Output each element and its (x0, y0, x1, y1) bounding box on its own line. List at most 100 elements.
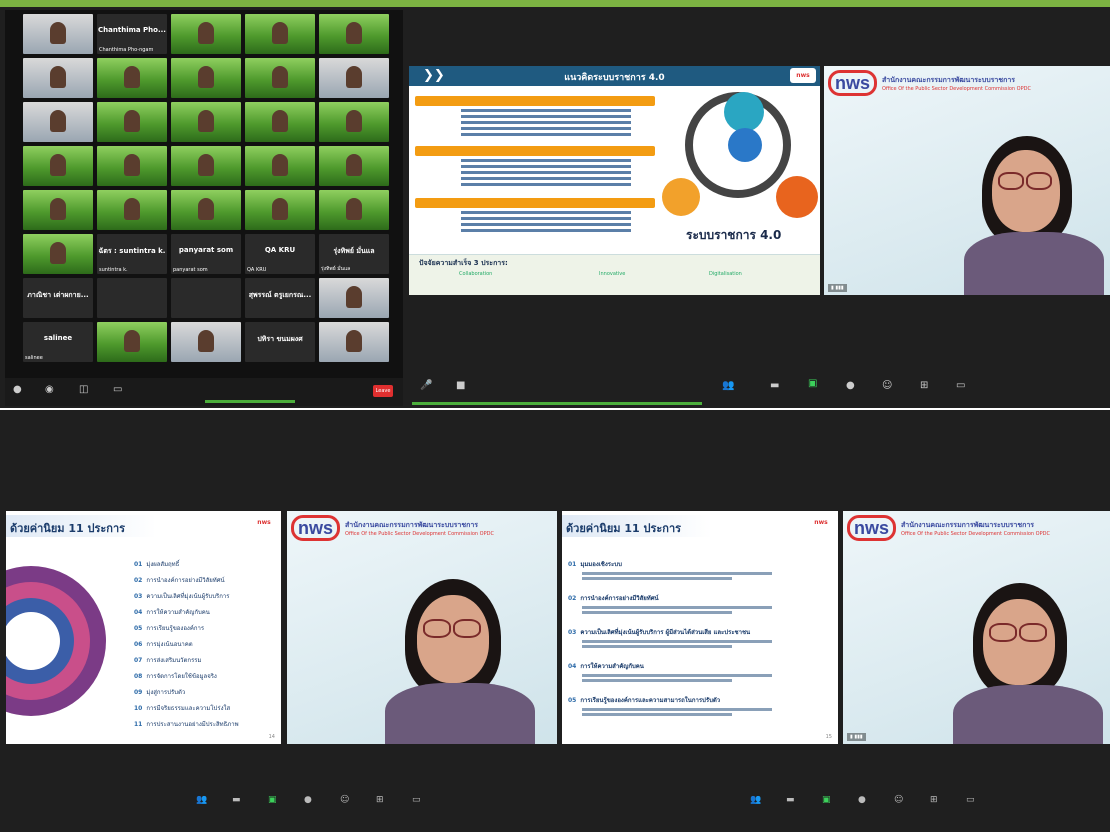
participant-tile[interactable]: ภาณิชา เต่าผกาย... (23, 278, 93, 318)
participant-tile[interactable] (319, 14, 389, 54)
participant-tile[interactable] (171, 58, 241, 98)
participant-tile[interactable] (319, 190, 389, 230)
share-screen-icon[interactable]: ▣ (808, 378, 817, 389)
participant-tile[interactable]: Chanthima Pho... Chanthima Pho-ngam (97, 14, 167, 54)
participant-tile[interactable] (245, 102, 315, 142)
participant-tile[interactable] (97, 102, 167, 142)
reactions-icon[interactable]: ☺ (340, 795, 349, 805)
value-text: การเรียนรู้ขององค์การ (146, 625, 205, 632)
share-screen-icon[interactable]: ▣ (268, 795, 277, 805)
participant-tile[interactable] (97, 190, 167, 230)
cycle-node-right (776, 176, 818, 218)
presentation-slide: ❯❯ แนวคิดระบบราชการ 4.0 nws ระบบราชการ 4… (409, 66, 820, 295)
share-screen-icon[interactable]: ▣ (822, 795, 831, 805)
participant-tile[interactable] (319, 58, 389, 98)
apps-icon[interactable]: ⊞ (376, 795, 384, 805)
participant-tile[interactable] (171, 190, 241, 230)
participant-tile[interactable] (171, 102, 241, 142)
chat-icon[interactable]: ▬ (232, 795, 241, 805)
participants-icon[interactable]: 👥 (750, 795, 761, 805)
participant-tile[interactable] (319, 322, 389, 362)
opdc-thai-name: สำนักงานคณะกรรมการพัฒนาระบบราชการ (901, 520, 1035, 529)
value-text: การให้ความสำคัญกับคน (580, 663, 644, 670)
participant-tile[interactable] (171, 146, 241, 186)
whiteboard-icon[interactable]: ▭ (412, 795, 421, 805)
participant-tile[interactable]: ฉัตร : suntintra k. suntintra k. (97, 234, 167, 274)
speaker-person (964, 136, 1104, 295)
participant-tile[interactable] (319, 102, 389, 142)
participant-tile[interactable] (97, 278, 167, 318)
speaker-person (385, 579, 535, 744)
apps-icon[interactable]: ⊞ (930, 795, 938, 805)
participant-display-name: panyarat som (178, 246, 234, 254)
chat-icon[interactable]: ▬ (786, 795, 795, 805)
participant-tile[interactable] (97, 146, 167, 186)
reactions-icon[interactable]: ☺ (882, 380, 892, 391)
record-icon[interactable]: ● (846, 380, 855, 391)
mute-icon[interactable]: 🎤 (420, 380, 432, 391)
participant-tile[interactable] (245, 14, 315, 54)
participant-tile[interactable] (171, 14, 241, 54)
mute-icon[interactable]: ● (13, 384, 22, 395)
participant-tile[interactable]: สุพรรณ์ ตรูเยกรณ... (245, 278, 315, 318)
chat-icon[interactable]: ▭ (113, 384, 122, 395)
system-label: ระบบราชการ 4.0 (686, 228, 782, 242)
opdc-english-name: Office Of the Public Sector Development … (901, 530, 1050, 537)
participant-tile[interactable] (171, 278, 241, 318)
leave-button[interactable]: Leave (373, 385, 393, 397)
participant-tile[interactable] (23, 58, 93, 98)
participant-tile[interactable] (23, 146, 93, 186)
reactions-icon[interactable]: ☺ (894, 795, 903, 805)
participant-display-name: สุพรรณ์ ตรูเยกรณ... (248, 291, 312, 299)
video-icon[interactable]: ◉ (45, 384, 54, 395)
value-number: 02 (134, 577, 143, 584)
participant-tile[interactable] (23, 234, 93, 274)
participant-tile[interactable] (245, 58, 315, 98)
participant-tile[interactable]: panyarat som panyarat som (171, 234, 241, 274)
speaker-video-1: nws สำนักงานคณะกรรมการพัฒนาระบบราชการ Off… (824, 66, 1110, 295)
value-text: การให้ความสำคัญกับคน (146, 609, 210, 616)
value-text: การมีจริยธรรมและความโปร่งใส (146, 705, 231, 712)
participant-avatar (50, 66, 66, 88)
participant-tile[interactable] (23, 190, 93, 230)
participant-tile[interactable]: รุ่งทิพย์ มั่นแล รุ่งทิพย์ มั่นแล (319, 234, 389, 274)
value-detail-item: 03 ความเป็นเลิศที่มุ่งเน้นผู้รับบริการ ผู… (568, 627, 772, 648)
video-icon[interactable]: ■ (456, 380, 465, 391)
speaker-video-3: nws สำนักงานคณะกรรมการพัฒนาระบบราชการ Off… (843, 511, 1110, 744)
participant-tile[interactable]: salinee salinee (23, 322, 93, 362)
participants-icon[interactable]: ◫ (79, 384, 88, 395)
value-item: 03 ความเป็นเลิศที่มุ่งเน้นผู้รับบริการ (134, 591, 229, 601)
participant-avatar (198, 66, 214, 88)
participant-tile[interactable]: QA KRU QA KRU (245, 234, 315, 274)
record-icon[interactable]: ● (858, 795, 866, 805)
participant-tile[interactable] (245, 146, 315, 186)
participant-avatar (198, 110, 214, 132)
participant-tile[interactable] (319, 146, 389, 186)
value-item: 11 การประสานงานอย่างมีประสิทธิภาพ (134, 719, 239, 729)
whiteboard-icon[interactable]: ▭ (956, 380, 965, 391)
participant-tile[interactable] (97, 58, 167, 98)
participant-name-label: Chanthima Pho-ngam (99, 47, 154, 53)
participant-tile[interactable] (97, 322, 167, 362)
value-item: 02 การนำองค์การอย่างมีวิสัยทัศน์ (134, 575, 225, 585)
record-icon[interactable]: ● (304, 795, 312, 805)
participant-tile[interactable]: ปทิรา ขนมผงศ (245, 322, 315, 362)
whiteboard-icon[interactable]: ▭ (966, 795, 975, 805)
participant-name-label: รุ่งทิพย์ มั่นแล (321, 266, 351, 272)
value-number: 06 (134, 641, 143, 648)
participant-tile[interactable] (23, 102, 93, 142)
participants-icon[interactable]: 👥 (722, 380, 734, 391)
participants-icon[interactable]: 👥 (196, 795, 207, 805)
chat-icon[interactable]: ▬ (770, 380, 779, 391)
participant-avatar (124, 154, 140, 176)
value-text: มุมมองเชิงระบบ (580, 561, 622, 568)
participant-avatar (124, 110, 140, 132)
participant-avatar (124, 66, 140, 88)
participant-avatar (50, 154, 66, 176)
slide-11b-title: ด้วยค่านิยม 11 ประการ (566, 522, 682, 535)
participant-tile[interactable] (319, 278, 389, 318)
apps-icon[interactable]: ⊞ (920, 380, 928, 391)
participant-tile[interactable] (23, 14, 93, 54)
participant-tile[interactable] (245, 190, 315, 230)
participant-tile[interactable] (171, 322, 241, 362)
